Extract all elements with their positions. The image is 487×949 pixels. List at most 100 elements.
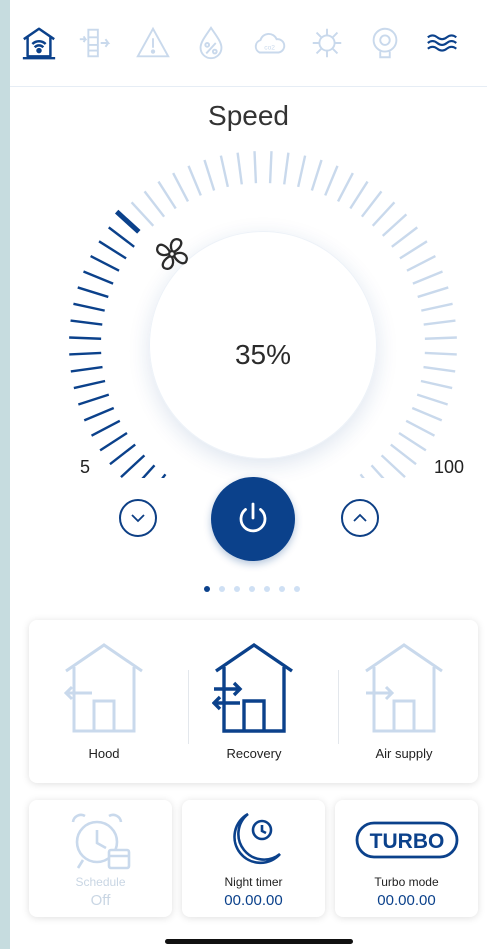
speed-tick: [73, 302, 105, 312]
house-arrows-both-icon: [212, 642, 293, 733]
speed-tick: [253, 151, 258, 184]
page-dot[interactable]: [219, 586, 225, 592]
page-dot[interactable]: [204, 586, 210, 592]
speed-tick: [424, 336, 457, 340]
page-dot[interactable]: [294, 586, 300, 592]
speed-tick: [83, 270, 114, 285]
schedule-card[interactable]: Schedule Off: [29, 800, 172, 917]
speed-tick: [360, 190, 383, 218]
increase-speed-button[interactable]: [341, 499, 379, 537]
virus-icon[interactable]: [304, 20, 350, 66]
speed-value: 35%: [234, 339, 292, 370]
speed-tick: [141, 464, 156, 478]
speed-tick: [336, 172, 354, 202]
speed-tick: [412, 270, 443, 285]
mode-air-supply[interactable]: Air supply: [329, 620, 479, 783]
page-dot[interactable]: [249, 586, 255, 592]
speed-tick: [417, 286, 449, 299]
speed-tick: [324, 165, 339, 196]
home-indicator[interactable]: [165, 939, 353, 944]
speed-display: 35%: [149, 231, 377, 459]
speed-tick: [130, 201, 155, 227]
speed-tick: [108, 226, 135, 248]
speed-tick: [283, 152, 290, 185]
schedule-value: Off: [90, 892, 111, 909]
speed-tick: [77, 393, 110, 406]
ventilation-arrows-icon[interactable]: [72, 20, 118, 66]
warning-icon[interactable]: [130, 20, 176, 66]
speed-tick: [73, 379, 106, 390]
heater-icon[interactable]: [362, 20, 408, 66]
speed-tick: [69, 351, 102, 356]
speed-tick: [98, 240, 127, 260]
waves-icon[interactable]: [420, 20, 466, 66]
page-title: Speed: [208, 100, 289, 131]
mode-recovery[interactable]: Recovery: [179, 620, 329, 783]
power-button[interactable]: [211, 477, 295, 561]
mode-recovery-label: Recovery: [226, 746, 282, 761]
speed-tick: [420, 379, 453, 390]
app-screen: co2 Speed 35% 5 100 Hood Recovery Air su…: [10, 0, 487, 949]
page-dot[interactable]: [279, 586, 285, 592]
speed-tick: [161, 473, 167, 478]
speed-tick: [411, 406, 443, 422]
house-arrow-right-icon: [365, 643, 443, 733]
svg-text:co2: co2: [264, 45, 275, 52]
home-wifi-icon[interactable]: [16, 20, 62, 66]
mode-selector-card: Hood Recovery Air supply: [29, 620, 478, 783]
decrease-speed-button[interactable]: [119, 499, 157, 537]
top-nav-bar: co2: [10, 0, 487, 87]
speed-tick: [236, 152, 243, 185]
speed-tick: [90, 254, 120, 272]
speed-tick: [69, 336, 102, 340]
speed-tick: [268, 151, 273, 184]
night-timer-card[interactable]: Night timer 00.00.00: [182, 800, 325, 917]
speed-tick: [120, 454, 146, 478]
speed-tick: [370, 464, 385, 478]
speed-tick: [143, 190, 166, 218]
speed-tick: [405, 419, 436, 437]
chevron-down-icon: [131, 514, 145, 523]
speed-tick: [297, 155, 307, 188]
power-icon: [239, 502, 267, 533]
speed-tick: [157, 180, 177, 210]
page-dot[interactable]: [264, 586, 270, 592]
speed-tick: [421, 302, 453, 312]
speed-tick: [398, 431, 427, 452]
speed-tick: [391, 226, 418, 248]
turbo-card[interactable]: TURBO Turbo mode 00.00.00: [335, 800, 478, 917]
speed-tick: [90, 419, 121, 437]
night-timer-label: Night timer: [224, 875, 283, 889]
speed-tick: [390, 443, 417, 466]
chevron-up-icon: [353, 513, 367, 522]
speed-tick: [380, 454, 406, 478]
speed-tick: [416, 393, 449, 406]
speed-tick: [77, 286, 109, 299]
turbo-label: Turbo mode: [374, 875, 439, 889]
page-dot[interactable]: [234, 586, 240, 592]
speed-tick: [219, 155, 229, 188]
speed-tick: [349, 180, 369, 210]
speed-tick: [371, 201, 396, 227]
night-timer-value: 00.00.00: [224, 892, 283, 909]
speed-tick: [424, 351, 457, 356]
speed-tick: [359, 473, 365, 478]
moon-clock-icon: [233, 812, 281, 865]
speed-tick: [70, 319, 103, 326]
speed-tick: [406, 254, 436, 272]
mode-hood-label: Hood: [88, 746, 120, 761]
fan-icon: [156, 238, 188, 270]
turbo-value: 00.00.00: [377, 892, 436, 909]
humidity-icon[interactable]: [188, 20, 234, 66]
speed-tick: [187, 165, 202, 196]
mode-air-supply-label: Air supply: [375, 746, 433, 761]
turbo-icon: TURBO: [355, 821, 459, 859]
speed-tick: [399, 240, 428, 260]
turbo-badge-text: TURBO: [370, 830, 445, 853]
speed-tick: [310, 159, 323, 191]
speed-dial[interactable]: 35%: [55, 148, 475, 478]
speed-tick: [83, 406, 115, 422]
speed-tick: [172, 172, 190, 202]
co2-cloud-icon[interactable]: co2: [246, 20, 292, 66]
mode-hood[interactable]: Hood: [29, 620, 179, 783]
